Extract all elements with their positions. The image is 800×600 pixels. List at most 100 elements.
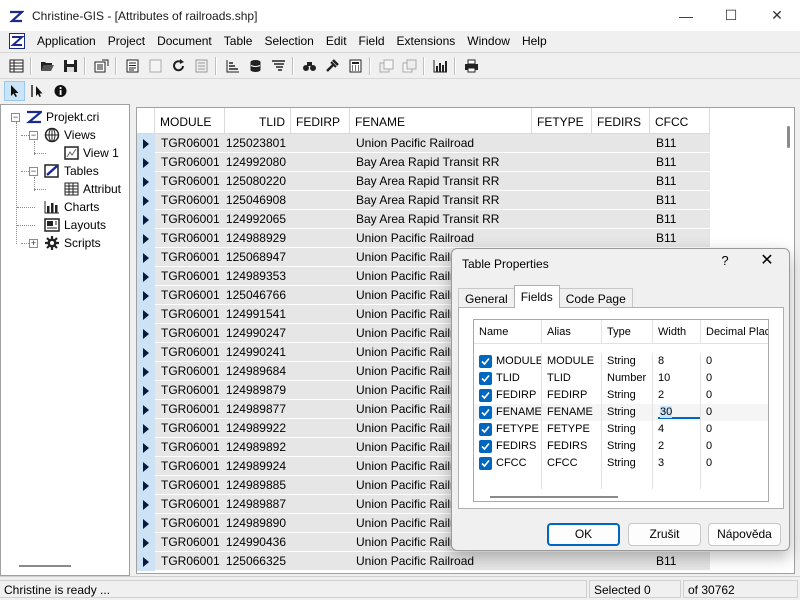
- field-row[interactable]: CFCC CFCC String 3 0: [474, 455, 768, 472]
- table-row[interactable]: TGR06001 124988929 Union Pacific Railroad B…: [137, 229, 710, 248]
- cell-cfcc[interactable]: B11: [650, 153, 710, 172]
- cell-cfcc[interactable]: B11: [650, 229, 710, 248]
- row-selector[interactable]: [137, 172, 155, 191]
- row-selector[interactable]: [137, 514, 155, 533]
- help-button[interactable]: Nápověda: [708, 523, 781, 546]
- table-row[interactable]: TGR06001 125023801 Union Pacific Railroad B…: [137, 134, 710, 153]
- field-row[interactable]: MODULE MODULE String 8 0: [474, 353, 768, 370]
- cell-module[interactable]: TGR06001: [155, 210, 225, 229]
- field-alias-cell[interactable]: FEDIRS: [542, 438, 602, 455]
- field-type-cell[interactable]: String: [602, 438, 653, 455]
- cell-fename[interactable]: Bay Area Rapid Transit RR: [350, 191, 532, 210]
- cell-fedirp[interactable]: [291, 324, 350, 343]
- cell-fetype[interactable]: [532, 172, 592, 191]
- cell-tlid[interactable]: 124989922: [225, 419, 291, 438]
- row-selector[interactable]: [137, 305, 155, 324]
- cell-tlid[interactable]: 124989890: [225, 514, 291, 533]
- cell-module[interactable]: TGR06001: [155, 362, 225, 381]
- field-decimals-cell[interactable]: 0: [701, 438, 768, 455]
- field-decimals-cell[interactable]: 0: [701, 370, 768, 387]
- cell-module[interactable]: TGR06001: [155, 343, 225, 362]
- cell-fetype[interactable]: [532, 191, 592, 210]
- tree-item-project[interactable]: Projekt.cri: [26, 108, 99, 126]
- field-name-cell[interactable]: FEDIRP: [474, 387, 542, 404]
- cursor-table-button[interactable]: [191, 56, 212, 76]
- cell-fedirp[interactable]: [291, 134, 350, 153]
- tree-item-views[interactable]: Views: [44, 126, 96, 144]
- cell-tlid[interactable]: 124991541: [225, 305, 291, 324]
- cell-fetype[interactable]: [532, 153, 592, 172]
- field-visible-checkbox[interactable]: [479, 355, 492, 368]
- maximize-button[interactable]: ☐: [708, 0, 754, 31]
- cell-tlid[interactable]: 124990247: [225, 324, 291, 343]
- cell-fedirs[interactable]: [592, 172, 650, 191]
- menu-selection[interactable]: Selection: [258, 31, 319, 51]
- menu-window[interactable]: Window: [461, 31, 516, 51]
- new-table-button[interactable]: [6, 56, 27, 76]
- cell-tlid[interactable]: 124990241: [225, 343, 291, 362]
- field-type-cell[interactable]: String: [602, 404, 653, 421]
- field-decimals-cell[interactable]: 0: [701, 421, 768, 438]
- cell-fedirp[interactable]: [291, 552, 350, 571]
- field-name-cell[interactable]: TLID: [474, 370, 542, 387]
- field-visible-checkbox[interactable]: [479, 389, 492, 402]
- cell-fename[interactable]: Bay Area Rapid Transit RR: [350, 153, 532, 172]
- cell-module[interactable]: TGR06001: [155, 248, 225, 267]
- cell-fedirp[interactable]: [291, 400, 350, 419]
- table-row[interactable]: TGR06001 124992065 Bay Area Rapid Transit …: [137, 210, 710, 229]
- cell-tlid[interactable]: 125080220: [225, 172, 291, 191]
- table-row[interactable]: TGR06001 125066325 Union Pacific Railroad B…: [137, 552, 710, 571]
- ok-button[interactable]: OK: [547, 523, 620, 546]
- row-selector[interactable]: [137, 362, 155, 381]
- cell-cfcc[interactable]: B11: [650, 191, 710, 210]
- info-tool-button[interactable]: [50, 81, 71, 101]
- field-alias-cell[interactable]: MODULE: [542, 353, 602, 370]
- tree-item-view1[interactable]: View 1: [64, 144, 119, 162]
- row-selector[interactable]: [137, 286, 155, 305]
- cell-fedirs[interactable]: [592, 191, 650, 210]
- cell-module[interactable]: TGR06001: [155, 381, 225, 400]
- cell-module[interactable]: TGR06001: [155, 514, 225, 533]
- cell-tlid[interactable]: 124989885: [225, 476, 291, 495]
- column-header-cfcc[interactable]: CFCC: [650, 108, 710, 134]
- row-selector[interactable]: [137, 343, 155, 362]
- row-selector[interactable]: [137, 134, 155, 153]
- cell-tlid[interactable]: 125023801: [225, 134, 291, 153]
- column-header-fedirp[interactable]: FEDIRP: [291, 108, 350, 134]
- cell-fename[interactable]: Union Pacific Railroad: [350, 229, 532, 248]
- cell-fename[interactable]: Bay Area Rapid Transit RR: [350, 210, 532, 229]
- cell-fedirp[interactable]: [291, 533, 350, 552]
- field-type-cell[interactable]: String: [602, 421, 653, 438]
- row-selector-header[interactable]: [137, 108, 155, 134]
- tab-code-page[interactable]: Code Page: [558, 288, 633, 308]
- tree-item-tables[interactable]: Tables: [44, 162, 99, 180]
- column-header-fedirs[interactable]: FEDIRS: [592, 108, 650, 134]
- cell-fedirp[interactable]: [291, 248, 350, 267]
- cell-fedirp[interactable]: [291, 476, 350, 495]
- row-selector[interactable]: [137, 400, 155, 419]
- tree-collapse-views[interactable]: −: [29, 131, 38, 140]
- tree-collapse-tables[interactable]: −: [29, 167, 38, 176]
- cell-tlid[interactable]: 124992065: [225, 210, 291, 229]
- cell-tlid[interactable]: 124989877: [225, 400, 291, 419]
- field-type-cell[interactable]: String: [602, 353, 653, 370]
- cell-cfcc[interactable]: B11: [650, 172, 710, 191]
- cell-fedirs[interactable]: [592, 134, 650, 153]
- cell-module[interactable]: TGR06001: [155, 153, 225, 172]
- field-row[interactable]: FENAME FENAME String 30 0: [474, 404, 768, 421]
- cell-fetype[interactable]: [532, 210, 592, 229]
- cell-module[interactable]: TGR06001: [155, 533, 225, 552]
- grid-header-name[interactable]: Name: [474, 320, 542, 344]
- dialog-close-button[interactable]: ✕: [758, 253, 776, 271]
- cell-fedirp[interactable]: [291, 286, 350, 305]
- row-selector[interactable]: [137, 419, 155, 438]
- menu-application[interactable]: Application: [31, 31, 102, 51]
- cell-tlid[interactable]: 124988929: [225, 229, 291, 248]
- cell-fetype[interactable]: [532, 229, 592, 248]
- cell-fedirp[interactable]: [291, 495, 350, 514]
- menu-project[interactable]: Project: [102, 31, 151, 51]
- menu-help[interactable]: Help: [516, 31, 553, 51]
- row-selector[interactable]: [137, 476, 155, 495]
- tree-item-layouts[interactable]: Layouts: [44, 216, 106, 234]
- cell-fedirs[interactable]: [592, 153, 650, 172]
